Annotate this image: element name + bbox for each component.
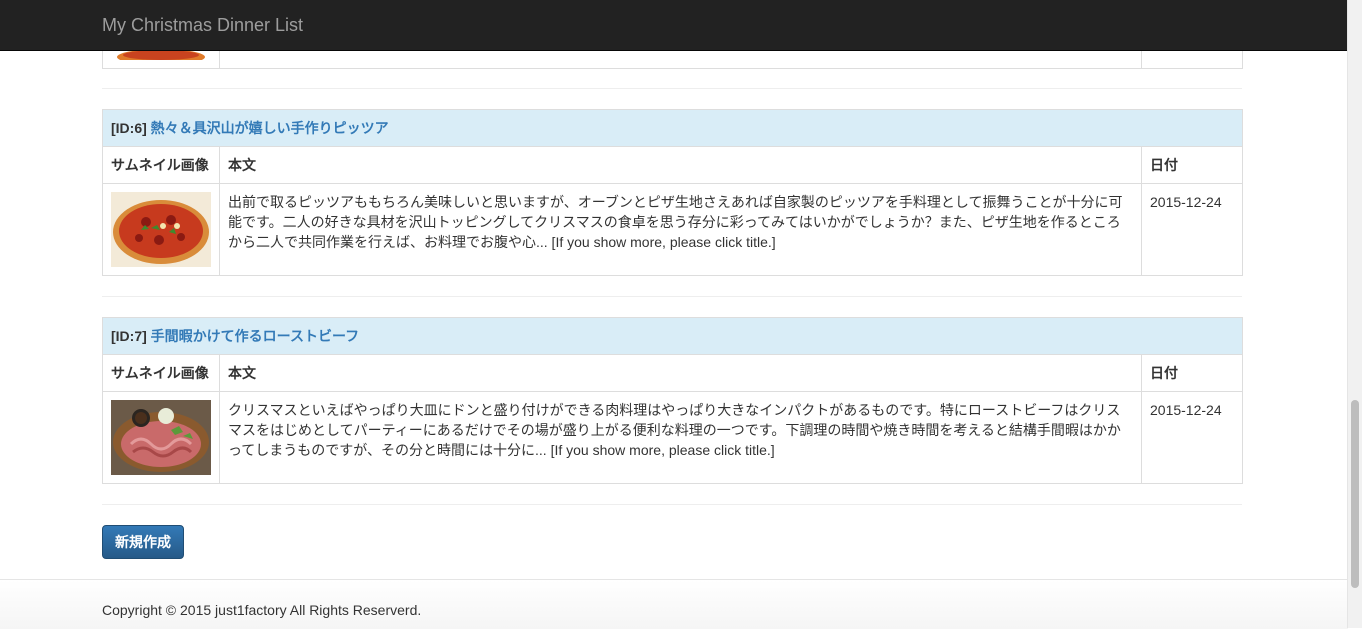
brand-title[interactable]: My Christmas Dinner List [102, 14, 303, 36]
new-post-button[interactable]: 新規作成 [102, 525, 184, 559]
post-title-row: [ID:6] 熱々＆具沢山が嬉しい手作りピッツア [101, 109, 1244, 147]
footer: Copyright © 2015 just1factory All Rights… [0, 579, 1348, 629]
body-line: 能です。二人の好きな具材を沢山トッピングしてクリスマスの食卓を思う存分に彩ってみ… [228, 214, 1121, 230]
date-cell: 2015-12-24 [1140, 391, 1244, 484]
body-line: マスをはじめとしてパーティーにあるだけでその場が盛り上がる便利な料理の一つです。… [228, 422, 1121, 438]
pizza-image [111, 192, 211, 267]
body-line: クリスマスといえばやっぱり大皿にドンと盛り付けができる肉料理はやっぱり大きなイン… [228, 402, 1121, 418]
scrollbar-thumb[interactable] [1351, 400, 1359, 588]
post-date: 2015-12-24 [1150, 194, 1222, 210]
date-cell: 2015-12-24 [1140, 183, 1244, 276]
header-thumbnail: サムネイル画像 [102, 354, 220, 392]
body-line: ってしまうものですが、その分と時間には十分に... [If you show m… [228, 442, 775, 458]
post-table: [ID:6] 熱々＆具沢山が嬉しい手作りピッツア サムネイル画像 本文 日付 出… [101, 109, 1244, 276]
body-cell: 出前で取るピッツアももちろん美味しいと思いますが、オーブンとピザ生地さえあれば自… [219, 183, 1142, 276]
thumbnail-cell [102, 391, 220, 484]
navbar: My Christmas Dinner List [0, 0, 1348, 51]
scrollbar[interactable] [1347, 0, 1362, 628]
divider [102, 504, 1242, 505]
roast-beef-image [111, 400, 211, 475]
post-id: [ID:6] [111, 120, 147, 136]
body-cell: クリスマスといえばやっぱり大皿にドンと盛り付けができる肉料理はやっぱり大きなイン… [219, 391, 1142, 484]
copyright-text: Copyright © 2015 just1factory All Rights… [102, 602, 422, 618]
header-body: 本文 [219, 354, 1142, 392]
body-line: から二人で共同作業を行えば、お料理でお腹や心... [If you show m… [228, 234, 776, 250]
thumbnail-cell [102, 183, 220, 276]
post-title-link[interactable]: 手間暇かけて作るローストビーフ [151, 328, 359, 344]
header-date: 日付 [1140, 354, 1244, 392]
divider [102, 296, 1242, 297]
body-line: 出前で取るピッツアももちろん美味しいと思いますが、オーブンとピザ生地さえあれば自… [228, 194, 1123, 210]
header-date: 日付 [1140, 146, 1244, 184]
post-title-link[interactable]: 熱々＆具沢山が嬉しい手作りピッツア [151, 120, 389, 136]
post-title-row: [ID:7] 手間暇かけて作るローストビーフ [101, 317, 1244, 355]
post-id: [ID:7] [111, 328, 147, 344]
divider [102, 88, 1242, 89]
post-date: 2015-12-24 [1150, 402, 1222, 418]
post-table: [ID:7] 手間暇かけて作るローストビーフ サムネイル画像 本文 日付 クリス… [101, 317, 1244, 484]
header-thumbnail: サムネイル画像 [102, 146, 220, 184]
header-body: 本文 [219, 146, 1142, 184]
